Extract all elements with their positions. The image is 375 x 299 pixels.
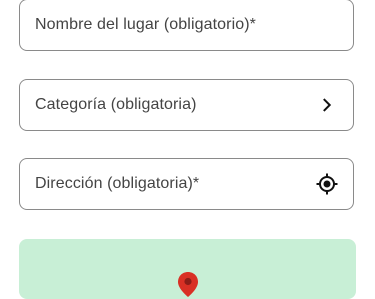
my-location-icon[interactable] [315,172,339,196]
place-name-field[interactable]: Nombre del lugar (obligatorio)* [19,0,354,51]
map-pin-icon [175,271,201,297]
address-label: Dirección (obligatoria)* [35,175,200,192]
category-label: Categoría (obligatoria) [35,96,197,113]
map-preview[interactable] [19,239,356,299]
category-field[interactable]: Categoría (obligatoria) [19,79,354,131]
address-field[interactable]: Dirección (obligatoria)* [19,158,354,210]
chevron-right-icon [315,93,339,117]
place-name-label: Nombre del lugar (obligatorio)* [35,16,256,33]
